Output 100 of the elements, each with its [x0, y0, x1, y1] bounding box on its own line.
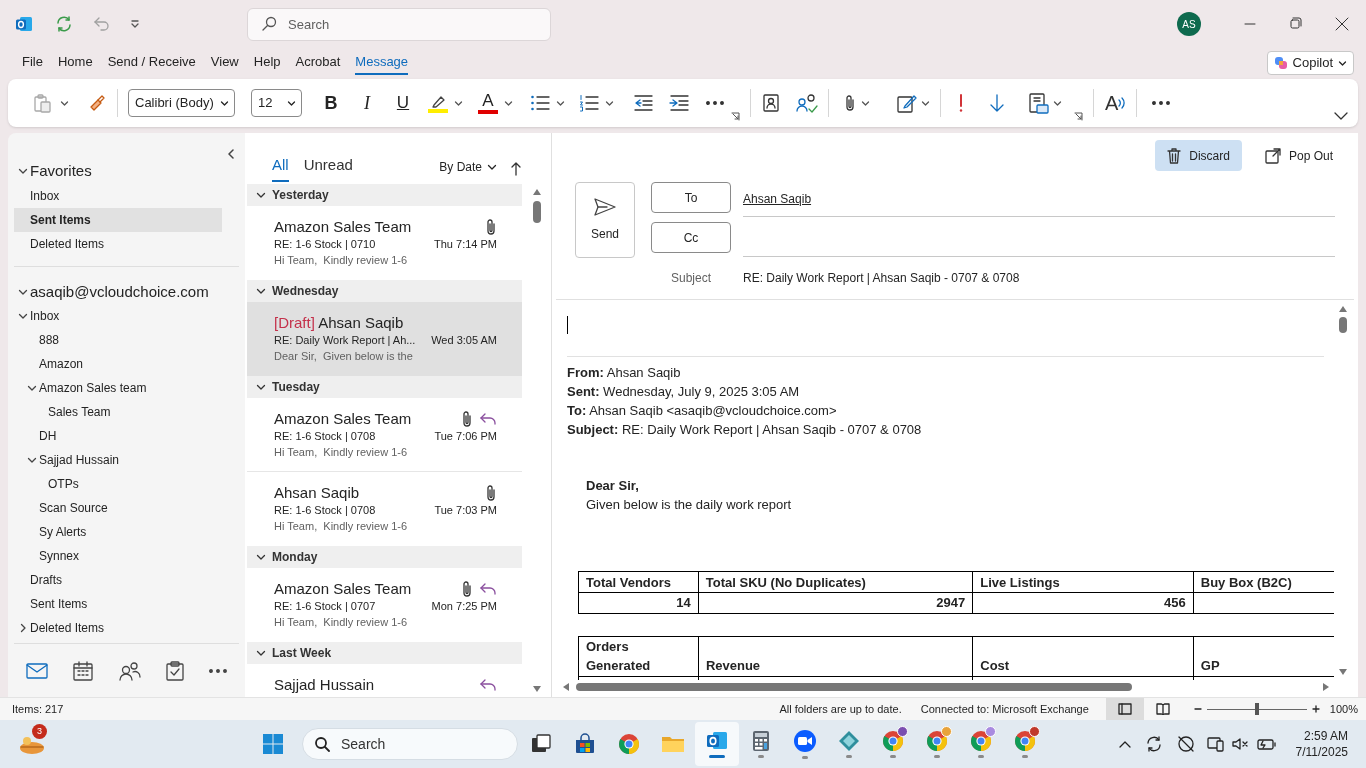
scroll-left-icon[interactable] — [562, 682, 570, 692]
scroll-down-icon[interactable] — [1338, 668, 1348, 676]
store-icon[interactable] — [574, 733, 596, 755]
search-field[interactable]: Search — [247, 7, 551, 41]
send-button[interactable]: Send — [575, 182, 635, 258]
filter-tab[interactable]: All — [272, 153, 289, 182]
chevron-down-icon[interactable] — [27, 455, 37, 465]
battery-icon[interactable] — [1256, 737, 1277, 751]
decrease-indent-icon[interactable] — [633, 94, 653, 112]
avatar[interactable]: AS — [1177, 12, 1201, 36]
chevron-down-icon[interactable] — [256, 286, 266, 296]
menu-tab[interactable]: File — [22, 51, 43, 75]
menu-tab[interactable]: Send / Receive — [107, 51, 196, 75]
caret-icon[interactable] — [861, 98, 870, 108]
folder-item[interactable]: Amazon Sales team — [8, 376, 245, 400]
font-dropdown[interactable]: Calibri (Body) — [128, 89, 235, 117]
folder-item[interactable]: Sy Alerts — [8, 520, 245, 544]
start-icon[interactable] — [262, 733, 284, 755]
chrome-icon[interactable] — [970, 730, 992, 752]
folder-item[interactable]: Sent Items — [14, 208, 222, 232]
more-icon[interactable] — [209, 668, 227, 673]
show-hidden-icons-icon[interactable] — [1118, 740, 1131, 748]
mail-app-icon[interactable] — [706, 730, 728, 752]
signature-icon[interactable] — [896, 93, 918, 113]
scrollbar-thumb[interactable] — [1339, 317, 1347, 333]
chevron-down-icon[interactable] — [256, 190, 266, 200]
search-field[interactable]: Search — [302, 728, 518, 760]
caret-icon[interactable] — [504, 98, 513, 108]
clock-date[interactable]: 7/11/2025 — [1295, 744, 1348, 760]
folder-item[interactable]: 888 — [8, 328, 245, 352]
menu-tab[interactable]: Home — [57, 51, 93, 75]
normal-view-icon[interactable] — [1117, 703, 1132, 715]
caret-icon[interactable] — [605, 98, 614, 108]
chrome-icon[interactable] — [926, 730, 948, 752]
group-header[interactable]: Monday — [247, 546, 522, 568]
cc-button[interactable]: Cc — [651, 222, 731, 253]
clock-time[interactable]: 2:59 AM — [1303, 728, 1348, 744]
scroll-down-icon[interactable] — [532, 685, 542, 693]
more-icon[interactable] — [1152, 101, 1171, 105]
customize-icon[interactable] — [129, 18, 141, 30]
folder-item[interactable]: Deleted Items — [14, 232, 222, 256]
caret-icon[interactable] — [1053, 98, 1062, 108]
check-names-icon[interactable] — [796, 93, 818, 113]
caret-icon[interactable] — [220, 98, 229, 108]
caret-icon[interactable] — [921, 98, 930, 108]
scroll-up-icon[interactable] — [532, 188, 542, 196]
calculator-icon[interactable] — [751, 730, 771, 752]
gem-icon[interactable] — [838, 730, 860, 752]
favorites-header[interactable]: Favorites — [8, 159, 245, 183]
scroll-right-icon[interactable] — [1322, 682, 1330, 692]
collapse-pane-icon[interactable] — [227, 149, 235, 159]
bold-button[interactable]: B — [319, 89, 343, 117]
caret-icon[interactable] — [60, 98, 69, 108]
group-header[interactable]: Yesterday — [247, 184, 522, 206]
dialog-launcher-icon[interactable] — [731, 112, 740, 121]
folder-item[interactable]: Sajjad Hussain — [8, 448, 245, 472]
sort-direction-icon[interactable] — [511, 162, 521, 176]
chrome-icon[interactable] — [882, 730, 904, 752]
underline-button[interactable]: U — [391, 90, 415, 116]
people-icon[interactable] — [118, 660, 141, 681]
task-view-icon[interactable] — [530, 733, 552, 755]
muted-speaker-icon[interactable] — [1230, 736, 1249, 752]
folder-item[interactable]: Inbox — [8, 304, 245, 328]
calendar-icon[interactable] — [73, 660, 94, 681]
scrollbar-thumb[interactable] — [576, 683, 1132, 691]
read-aloud-button[interactable]: A — [1105, 88, 1127, 118]
caret-icon[interactable] — [454, 98, 463, 108]
chevron-down-icon[interactable] — [18, 166, 28, 176]
chevron-down-icon[interactable] — [18, 311, 28, 321]
account-header[interactable]: asaqib@vcloudchoice.com — [8, 280, 245, 304]
folder-item[interactable]: Synnex — [8, 544, 245, 568]
tags-icon[interactable] — [1028, 92, 1050, 114]
menu-tab[interactable]: View — [210, 51, 239, 75]
mail-icon[interactable] — [26, 662, 48, 679]
folder-item[interactable]: Sent Items — [8, 592, 245, 616]
more-icon[interactable] — [706, 101, 724, 105]
chevron-down-icon[interactable] — [18, 287, 28, 297]
down-arrow-icon[interactable] — [989, 93, 1005, 113]
chevron-down-icon[interactable] — [487, 162, 497, 172]
chrome-icon[interactable] — [1014, 730, 1036, 752]
sync-icon[interactable] — [1144, 735, 1163, 753]
zoom-out-icon[interactable] — [1193, 705, 1202, 713]
phone-icon[interactable] — [1206, 735, 1225, 753]
menu-tab[interactable]: Message — [355, 51, 409, 75]
zoom-in-icon[interactable] — [1311, 705, 1320, 713]
menu-tab[interactable]: Acrobat — [295, 51, 341, 75]
chevron-down-icon[interactable] — [27, 383, 37, 393]
tasks-icon[interactable] — [165, 660, 184, 681]
font-color-button[interactable]: A — [477, 92, 499, 114]
message-item[interactable]: [Draft] Ahsan Saqib RE: Daily Work Report | Ah... Wed 3:05 AM Dear Sir, Given below is the — [247, 302, 522, 376]
folder-item[interactable]: Drafts — [8, 568, 245, 592]
scrollbar-thumb[interactable] — [533, 201, 541, 223]
collapse-ribbon-icon[interactable] — [1334, 111, 1348, 121]
menu-tab[interactable]: Help — [253, 51, 281, 75]
caret-icon[interactable] — [556, 98, 565, 108]
to-field[interactable]: Ahsan Saqib — [743, 182, 1335, 217]
caret-icon[interactable] — [287, 98, 296, 108]
discard-button[interactable]: Discard — [1155, 140, 1242, 171]
chrome-icon[interactable] — [618, 733, 640, 755]
group-header[interactable]: Wednesday — [247, 280, 522, 302]
